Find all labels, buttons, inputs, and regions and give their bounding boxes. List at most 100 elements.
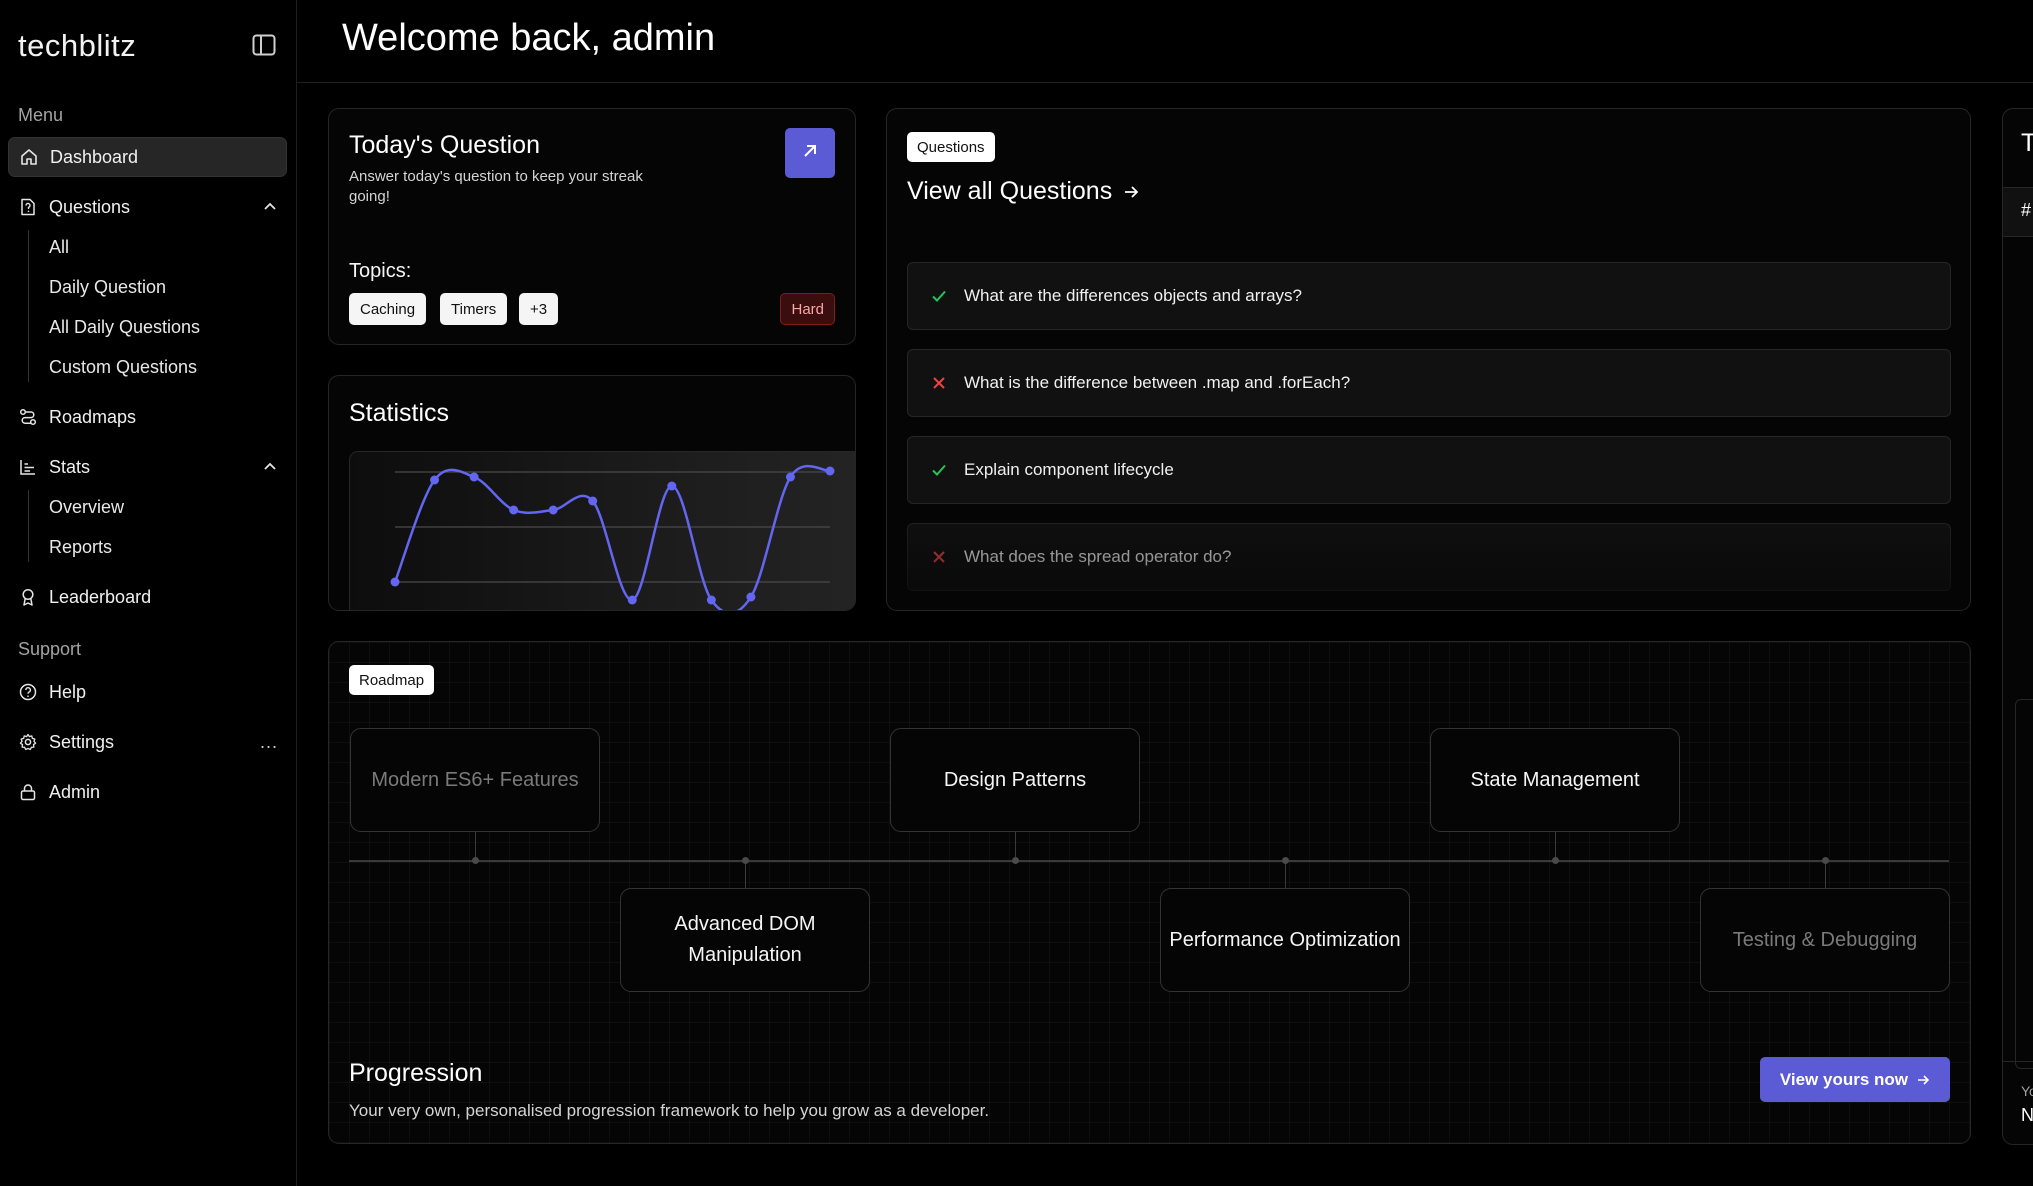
arrow-right-icon: [1122, 183, 1140, 201]
data-point[interactable]: [785, 472, 795, 482]
progression-title: Progression: [349, 1059, 483, 1087]
roadmap-dot: [1282, 857, 1289, 864]
view-progression-button[interactable]: View yours now: [1759, 1057, 1950, 1102]
data-point[interactable]: [667, 481, 677, 491]
more-options-icon[interactable]: ...: [260, 732, 278, 753]
roadmap-node[interactable]: Modern ES6+ Features: [350, 728, 600, 832]
data-point[interactable]: [390, 577, 400, 587]
data-point[interactable]: [588, 496, 598, 506]
roadmap-node[interactable]: Advanced DOM Manipulation: [620, 888, 870, 992]
roadmap-node[interactable]: Testing & Debugging: [1700, 888, 1950, 992]
sidebar-item-roadmaps[interactable]: Roadmaps: [8, 397, 287, 437]
submenu-line: [28, 230, 29, 382]
sidebar-toggle-icon[interactable]: [252, 34, 276, 56]
series-line: [393, 464, 831, 610]
chevron-up-icon[interactable]: [262, 459, 278, 475]
support-section-label: Support: [18, 639, 82, 659]
data-point[interactable]: [469, 472, 479, 482]
view-all-questions-label: View all Questions: [907, 177, 1113, 205]
sidebar-item-questions[interactable]: Questions: [8, 187, 287, 227]
topic-more-chip[interactable]: +3: [519, 293, 559, 325]
questions-card: Questions View all Questions What are th…: [886, 108, 1971, 611]
series-points: [390, 466, 835, 605]
sidebar-item-label: Settings: [49, 731, 115, 752]
chevron-up-icon[interactable]: [262, 199, 278, 215]
x-icon: [930, 374, 948, 392]
data-point[interactable]: [627, 595, 637, 605]
statistics-title: Statistics: [349, 399, 450, 427]
data-point[interactable]: [430, 475, 440, 485]
sidebar-subitem-daily-question[interactable]: Daily Question: [49, 277, 166, 298]
statistics-chart: [349, 451, 855, 610]
roadmap-node[interactable]: Design Patterns: [890, 728, 1140, 832]
data-point[interactable]: [825, 466, 835, 476]
arrow-right-icon: [1916, 1073, 1930, 1087]
question-row[interactable]: What does the spread operator do?: [907, 523, 1951, 591]
award-icon: [19, 588, 37, 606]
roadmap-node[interactable]: State Management: [1430, 728, 1680, 832]
view-all-questions-link[interactable]: View all Questions: [907, 177, 1140, 206]
roadmap-connector: [1285, 861, 1286, 890]
table-header-fragment: #: [2021, 200, 2032, 220]
roadmap-connector: [1825, 861, 1826, 890]
roadmap-dot: [742, 857, 749, 864]
x-icon: [930, 548, 948, 566]
question-text: What are the differences objects and arr…: [964, 286, 1302, 305]
sidebar-item-dashboard[interactable]: Dashboard: [8, 137, 287, 177]
gear-icon: [19, 733, 37, 751]
sidebar-item-stats[interactable]: Stats: [8, 447, 287, 487]
sidebar-item-label: Questions: [49, 196, 131, 217]
todays-question-description: Answer today's question to keep your str…: [349, 168, 643, 205]
question-row[interactable]: What are the differences objects and arr…: [907, 262, 1951, 330]
data-point[interactable]: [746, 592, 756, 602]
roadmap-card: Roadmap Modern ES6+ Features Design Patt…: [328, 641, 1971, 1144]
sidebar-item-leaderboard[interactable]: Leaderboard: [8, 577, 287, 617]
topic-chip[interactable]: Timers: [440, 293, 508, 325]
topic-chip[interactable]: Caching: [349, 293, 427, 325]
sidebar-item-label: Admin: [49, 781, 101, 802]
lock-icon: [19, 783, 37, 801]
open-question-button[interactable]: [785, 128, 835, 178]
question-row[interactable]: Explain component lifecycle: [907, 436, 1951, 504]
question-row[interactable]: What is the difference between .map and …: [907, 349, 1951, 417]
roadmap-dot: [1012, 857, 1019, 864]
sidebar-subitem-custom-questions[interactable]: Custom Questions: [49, 357, 197, 378]
roadmap-connector: [745, 861, 746, 890]
sidebar-subitem-all-daily-questions[interactable]: All Daily Questions: [49, 317, 200, 338]
question-text: What does the spread operator do?: [964, 547, 1232, 566]
question-text: Explain component lifecycle: [964, 460, 1174, 479]
leaderboard-card-partial: T # Yo N: [2002, 108, 2033, 1145]
sidebar-item-settings[interactable]: Settings ...: [8, 722, 287, 762]
todays-question-title: Today's Question: [349, 131, 540, 159]
roadmap-node[interactable]: Performance Optimization: [1160, 888, 1410, 992]
statistics-line-chart: [390, 464, 835, 610]
card-title-fragment: T: [2021, 129, 2033, 157]
sidebar-item-help[interactable]: Help: [8, 672, 287, 712]
footer-fragment: N: [2021, 1105, 2033, 1125]
sidebar-item-admin[interactable]: Admin: [8, 772, 287, 812]
statistics-card[interactable]: Statistics: [328, 375, 856, 611]
question-text: What is the difference between .map and …: [964, 373, 1351, 392]
roadmap-dot: [472, 857, 479, 864]
page-title: Welcome back, admin: [342, 17, 716, 59]
arrow-up-right-icon: [800, 141, 820, 166]
sidebar-item-label: Dashboard: [50, 146, 139, 167]
check-icon: [930, 461, 948, 479]
view-progression-label: View yours now: [1779, 1069, 1908, 1089]
data-point[interactable]: [706, 595, 716, 605]
data-point[interactable]: [548, 505, 558, 515]
footer-fragment: Yo: [2021, 1083, 2033, 1099]
todays-question-card[interactable]: Today's Question Answer today's question…: [328, 108, 856, 345]
file-question-icon: [19, 198, 37, 216]
data-point[interactable]: [509, 505, 519, 515]
sidebar-subitem-all[interactable]: All: [49, 237, 69, 258]
app-logo[interactable]: techblitz: [18, 28, 136, 64]
menu-section-label: Menu: [18, 105, 64, 125]
sidebar-subitem-reports[interactable]: Reports: [49, 537, 112, 558]
page-header: Welcome back, admin: [297, 0, 2033, 83]
bar-chart-icon: [19, 458, 37, 476]
roadmap-dot: [1822, 857, 1829, 864]
home-icon: [20, 148, 38, 166]
sidebar-subitem-overview[interactable]: Overview: [49, 497, 124, 518]
difficulty-badge: Hard: [780, 293, 835, 325]
